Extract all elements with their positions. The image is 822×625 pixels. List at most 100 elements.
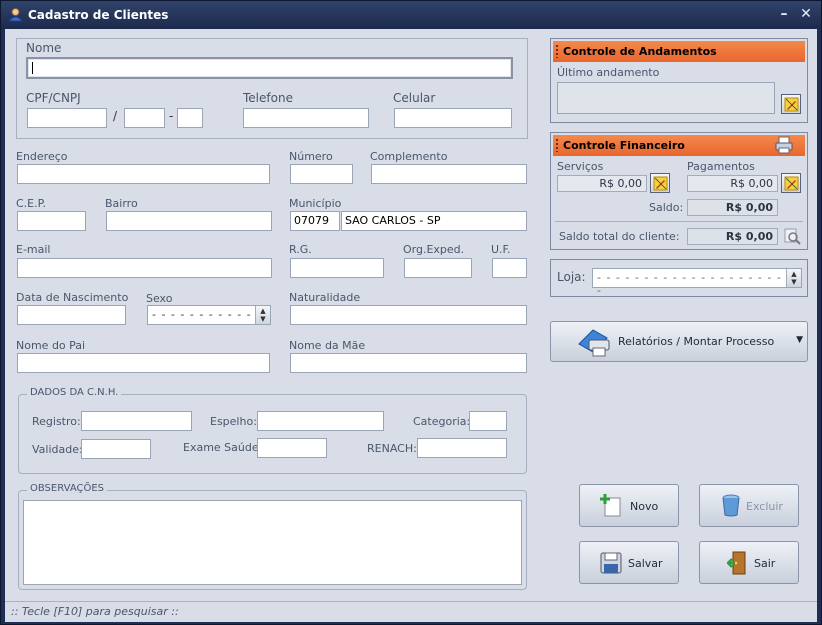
sair-label: Sair [754, 557, 776, 570]
servicos-label: Serviços [557, 160, 604, 173]
salvar-label: Salvar [628, 557, 663, 570]
nascimento-input[interactable] [17, 305, 126, 325]
edit-servicos-button[interactable] [650, 173, 670, 193]
cpf-separator-dash: - [169, 109, 174, 123]
saldo-total-value: R$ 0,00 [687, 228, 778, 245]
mae-input[interactable] [290, 353, 527, 373]
rg-input[interactable] [290, 258, 384, 278]
nascimento-label: Data de Nascimento [16, 291, 129, 304]
espelho-label: Espelho: [210, 415, 257, 428]
espelho-input[interactable] [257, 411, 384, 431]
complemento-input[interactable] [371, 164, 527, 184]
telefone-label: Telefone [243, 91, 293, 105]
financeiro-title: Controle Financeiro [563, 139, 685, 152]
registro-input[interactable] [81, 411, 192, 431]
pai-input[interactable] [17, 353, 270, 373]
email-label: E-mail [16, 243, 51, 256]
cep-input[interactable] [17, 211, 86, 231]
cpf-label: CPF/CNPJ [26, 91, 81, 105]
endereco-label: Endereço [16, 150, 68, 163]
cpf-input-part1[interactable] [27, 108, 107, 128]
cpf-separator-slash: / [113, 109, 118, 123]
relatorios-button[interactable]: Relatórios / Montar Processo ▼ [550, 321, 808, 362]
registro-label: Registro: [32, 415, 81, 428]
celular-label: Celular [393, 91, 436, 105]
sexo-label: Sexo [146, 292, 173, 305]
mae-label: Nome da Mãe [289, 339, 366, 352]
spin-arrows-icon[interactable]: ▲ ▼ [255, 306, 270, 324]
printer-icon[interactable] [775, 136, 793, 154]
uf-label: U.F. [491, 243, 511, 256]
pai-label: Nome do Pai [16, 339, 86, 352]
andamentos-panel: Controle de Andamentos Último andamento [550, 38, 808, 123]
complemento-label: Complemento [370, 150, 448, 163]
rg-label: R.G. [289, 243, 312, 256]
bairro-label: Bairro [105, 197, 138, 210]
salvar-button[interactable]: Salvar [579, 541, 679, 584]
loja-label: Loja: [557, 270, 586, 284]
pagamentos-value: R$ 0,00 [687, 175, 778, 192]
loja-select[interactable]: - - - - - - - - - - - - - - - - - - - - … [592, 268, 802, 297]
loja-value: - - - - - - - - - - - - - - - - - - - - … [597, 271, 792, 297]
edit-pagamentos-button[interactable] [781, 173, 801, 193]
cpf-input-part3[interactable] [177, 108, 203, 128]
sair-button[interactable]: Sair [699, 541, 799, 584]
categoria-input[interactable] [469, 411, 507, 431]
window-title: Cadastro de Clientes [28, 8, 169, 22]
endereco-input[interactable] [17, 164, 270, 184]
dropdown-arrow-icon[interactable]: ▼ [796, 335, 803, 345]
numero-input[interactable] [290, 164, 353, 184]
municipio-label: Município [289, 197, 342, 210]
observacoes-title: OBSERVAÇÕES [27, 483, 108, 494]
renach-input[interactable] [417, 438, 507, 458]
financeiro-panel: Controle Financeiro Serviços R$ 0,00 Pag… [550, 132, 808, 250]
edit-pencil-icon [653, 176, 668, 191]
spin-arrows-icon[interactable]: ▲ ▼ [786, 269, 801, 287]
cep-label: C.E.P. [16, 197, 47, 210]
form-area: Nome CPF/CNPJ / - Telefone Celular Ender… [5, 29, 817, 622]
nome-input[interactable] [26, 57, 513, 79]
renach-label: RENACH: [367, 442, 417, 455]
andamentos-header: Controle de Andamentos [553, 41, 805, 62]
exit-door-icon [727, 551, 746, 575]
excluir-button[interactable]: Excluir [699, 484, 799, 527]
andamentos-title: Controle de Andamentos [563, 45, 717, 58]
close-button[interactable]: ✕ [799, 6, 813, 22]
minimize-button[interactable]: – [777, 6, 791, 22]
status-text: :: Tecle [F10] para pesquisar :: [11, 605, 179, 618]
novo-label: Novo [630, 500, 659, 513]
municipio-code-input[interactable]: 07079 [290, 211, 340, 231]
celular-input[interactable] [394, 108, 512, 128]
edit-andamento-button[interactable] [781, 94, 801, 114]
bairro-input[interactable] [106, 211, 272, 231]
main-window: Cadastro de Clientes – ✕ Nome CPF/CNPJ /… [0, 0, 822, 625]
loja-panel: Loja: - - - - - - - - - - - - - - - - - … [550, 259, 808, 297]
municipio-name-input[interactable]: SAO CARLOS - SP [341, 211, 527, 231]
excluir-label: Excluir [746, 500, 783, 513]
validade-input[interactable] [81, 439, 151, 459]
grip-icon [556, 139, 558, 152]
ultimo-andamento-label: Último andamento [557, 66, 660, 79]
grip-icon [556, 45, 558, 58]
numero-label: Número [289, 150, 333, 163]
sexo-select[interactable]: - - - - - - - - - - - ▲ ▼ [147, 305, 271, 325]
new-document-icon [600, 494, 621, 517]
observacoes-textarea[interactable] [23, 500, 522, 585]
telefone-input[interactable] [243, 108, 369, 128]
divider [555, 221, 803, 222]
cpf-input-part2[interactable] [124, 108, 165, 128]
exame-input[interactable] [257, 438, 327, 458]
uf-input[interactable] [492, 258, 527, 278]
email-input[interactable] [17, 258, 272, 278]
status-bar: :: Tecle [F10] para pesquisar :: [5, 601, 817, 622]
saldo-total-label: Saldo total do cliente: [559, 230, 680, 243]
saldo-label: Saldo: [649, 201, 684, 214]
naturalidade-input[interactable] [290, 305, 527, 325]
save-disk-icon [600, 552, 622, 574]
novo-button[interactable]: Novo [579, 484, 679, 527]
title-bar: Cadastro de Clientes – ✕ [1, 1, 821, 29]
search-magnifier-icon[interactable] [784, 228, 801, 245]
edit-pencil-icon [784, 97, 799, 112]
text-caret [32, 62, 33, 74]
orgexped-input[interactable] [404, 258, 472, 278]
